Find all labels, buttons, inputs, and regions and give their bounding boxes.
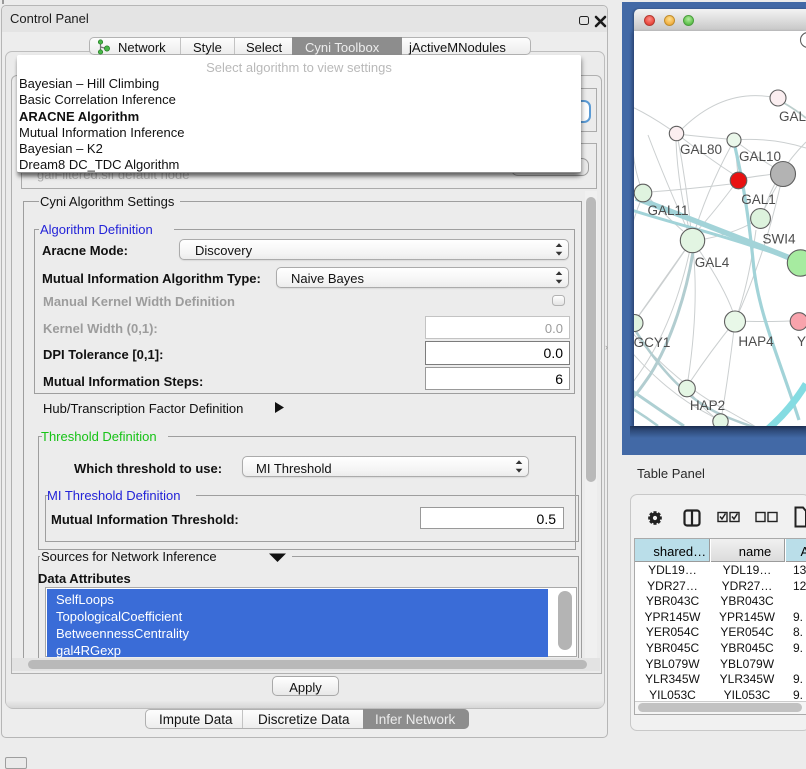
svg-text:HAP2: HAP2 bbox=[690, 398, 725, 413]
svg-text:HAP4: HAP4 bbox=[738, 334, 774, 349]
svg-text:GAL: GAL bbox=[779, 109, 806, 124]
svg-text:GAL10: GAL10 bbox=[739, 149, 781, 164]
svg-text:SWI4: SWI4 bbox=[762, 232, 795, 247]
svg-text:GAL80: GAL80 bbox=[680, 142, 722, 157]
svg-text:GCY1: GCY1 bbox=[634, 335, 670, 350]
svg-text:Y: Y bbox=[797, 334, 806, 349]
svg-text:GAL4: GAL4 bbox=[695, 255, 730, 270]
svg-text:GAL1: GAL1 bbox=[741, 192, 776, 207]
svg-text:GAL11: GAL11 bbox=[647, 203, 688, 218]
